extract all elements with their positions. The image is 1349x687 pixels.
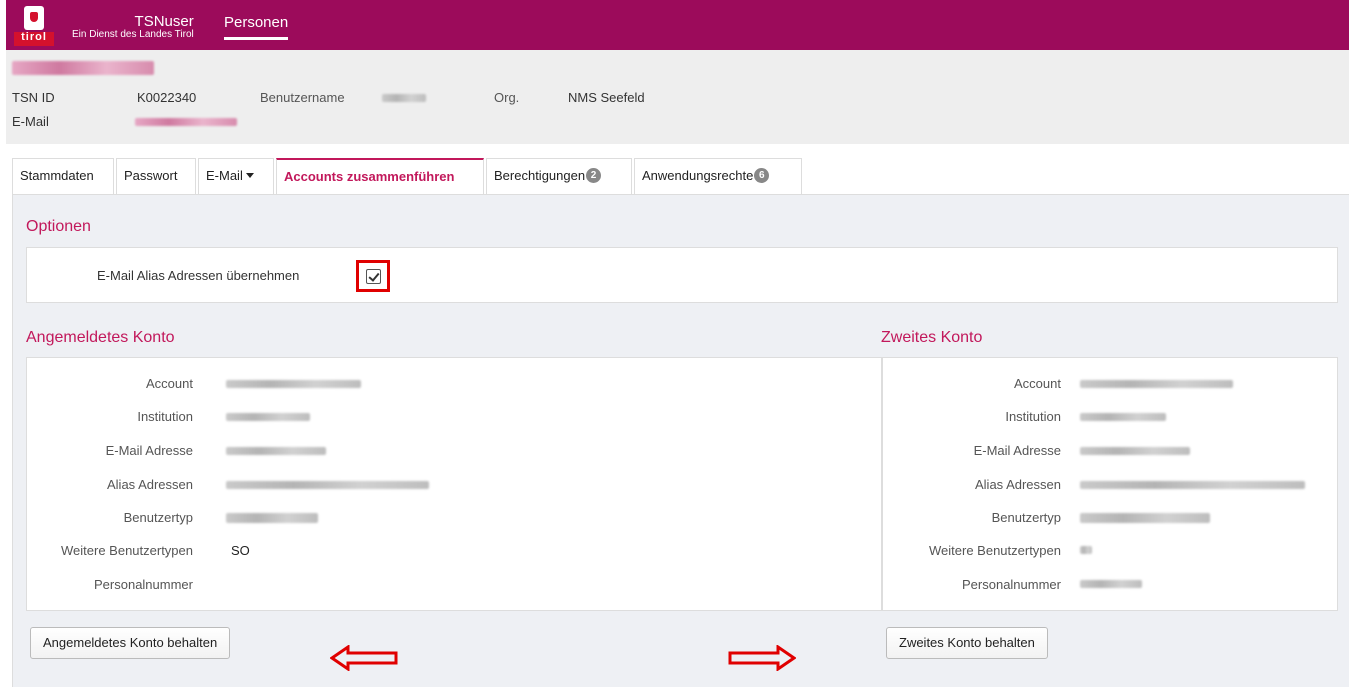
arrow-right-icon — [728, 645, 796, 671]
alias-option-label: E-Mail Alias Adressen übernehmen — [97, 268, 300, 283]
redacted-value — [226, 413, 310, 421]
tab-label: Berechtigungen — [494, 168, 586, 183]
redacted-value — [226, 380, 361, 388]
highlight-box — [356, 260, 390, 292]
tab-passwort[interactable]: Passwort — [116, 158, 196, 194]
org-label: Org. — [494, 90, 520, 105]
count-badge: 2 — [586, 168, 602, 183]
right-account-panel: Account Institution E-Mail Adresse Alias… — [882, 357, 1338, 611]
redacted-value — [226, 513, 318, 523]
user-fullname-redacted — [12, 61, 154, 75]
caret-down-icon — [245, 173, 254, 178]
weitere-benutzertypen-value: SO — [231, 543, 250, 558]
redacted-value — [226, 447, 326, 455]
redacted-value — [1080, 546, 1092, 554]
redacted-value — [1080, 481, 1305, 489]
row-label: Benutzertyp — [991, 510, 1061, 525]
brand: TSNuser Ein Dienst des Landes Tirol — [72, 14, 194, 40]
brand-subtitle: Ein Dienst des Landes Tirol — [72, 29, 194, 40]
top-bar: tirol TSNuser Ein Dienst des Landes Tiro… — [6, 0, 1349, 50]
row-label: Institution — [137, 409, 193, 424]
options-title: Optionen — [26, 218, 91, 235]
nav-item-personen[interactable]: Personen — [224, 14, 289, 40]
left-account-panel: Account Institution E-Mail Adresse Alias… — [26, 357, 882, 611]
row-label: Alias Adressen — [975, 477, 1061, 492]
row-label: Weitere Benutzertypen — [929, 543, 1061, 558]
tab-berechtigungen[interactable]: Berechtigungen 2 — [486, 158, 632, 194]
username-value-redacted — [382, 94, 426, 102]
row-label: E-Mail Adresse — [973, 443, 1061, 458]
row-label: Benutzertyp — [123, 510, 193, 525]
tirol-logo[interactable]: tirol — [14, 4, 54, 46]
tab-label: E-Mail — [206, 168, 243, 183]
logo-text: tirol — [14, 32, 54, 46]
left-account-title: Angemeldetes Konto — [26, 329, 175, 346]
row-label: Institution — [1005, 409, 1061, 424]
arrow-left-icon — [330, 645, 398, 671]
row-label: Personalnummer — [94, 577, 193, 592]
row-label: Account — [146, 376, 193, 391]
tsn-id-value: K0022340 — [137, 90, 197, 105]
email-value-redacted — [135, 118, 237, 126]
options-box: E-Mail Alias Adressen übernehmen — [26, 247, 1338, 303]
row-label: Weitere Benutzertypen — [61, 543, 193, 558]
keep-second-account-button[interactable]: Zweites Konto behalten — [886, 627, 1048, 659]
merge-accounts-content: Optionen E-Mail Alias Adressen übernehme… — [12, 194, 1349, 687]
redacted-value — [1080, 447, 1190, 455]
tab-email[interactable]: E-Mail — [198, 158, 274, 194]
email-label: E-Mail — [12, 114, 49, 129]
tab-anwendungsrechte[interactable]: Anwendungsrechte 6 — [634, 158, 802, 194]
redacted-value — [226, 481, 429, 489]
row-label: E-Mail Adresse — [105, 443, 193, 458]
user-info-panel: TSN ID K0022340 Benutzername Org. NMS Se… — [6, 50, 1349, 144]
tsn-id-label: TSN ID — [12, 90, 55, 105]
redacted-value — [1080, 413, 1166, 421]
count-badge: 6 — [754, 168, 770, 183]
redacted-value — [1080, 580, 1142, 588]
org-value: NMS Seefeld — [568, 90, 645, 105]
username-label: Benutzername — [260, 90, 345, 105]
tab-label: Stammdaten — [20, 168, 94, 183]
tab-stammdaten[interactable]: Stammdaten — [12, 158, 114, 194]
row-label: Alias Adressen — [107, 477, 193, 492]
row-label: Account — [1014, 376, 1061, 391]
alias-checkbox[interactable] — [366, 269, 381, 284]
eagle-icon — [24, 6, 44, 30]
tab-label: Accounts zusammenführen — [284, 169, 455, 184]
keep-logged-in-account-button[interactable]: Angemeldetes Konto behalten — [30, 627, 231, 659]
brand-title: TSNuser — [134, 13, 194, 30]
row-label: Personalnummer — [962, 577, 1061, 592]
redacted-value — [1080, 380, 1233, 388]
tab-label: Passwort — [124, 168, 178, 183]
tab-label: Anwendungsrechte — [642, 168, 754, 183]
tab-accounts-zusammenfuehren[interactable]: Accounts zusammenführen — [276, 158, 484, 194]
redacted-value — [1080, 513, 1210, 523]
right-account-title: Zweites Konto — [881, 329, 983, 346]
